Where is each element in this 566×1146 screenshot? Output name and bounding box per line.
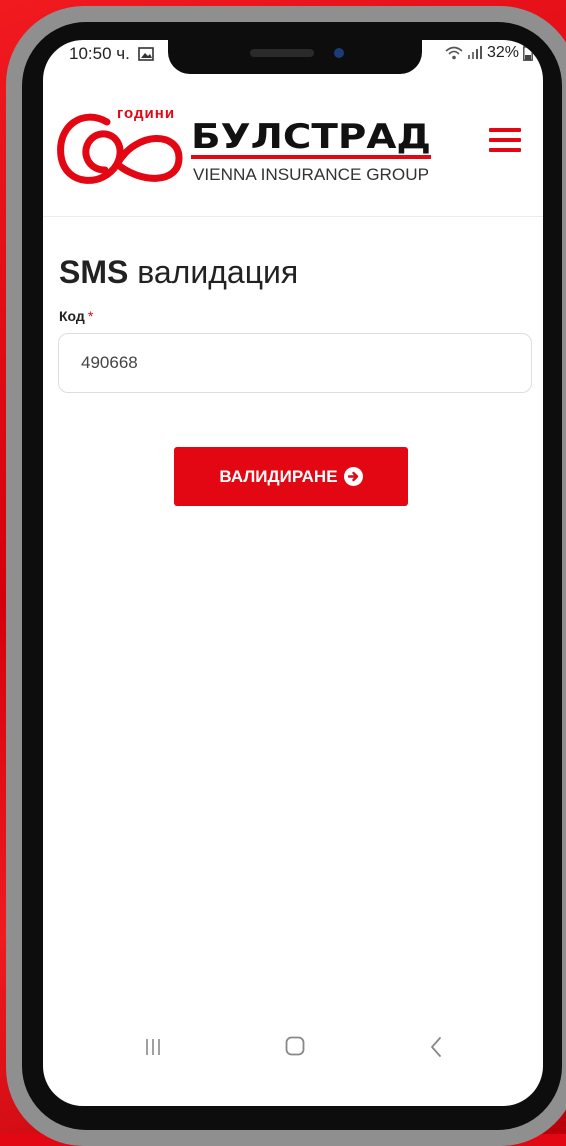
- site-header: години БУЛСТРАД VIENNA INSURANCE GROUP: [43, 92, 543, 217]
- validate-button[interactable]: ВАЛИДИРАНЕ: [174, 447, 408, 506]
- code-field-label: Код *: [59, 308, 93, 324]
- required-asterisk: *: [87, 308, 94, 324]
- hamburger-line: [489, 148, 521, 152]
- status-bar-right: 32%: [445, 44, 533, 62]
- hamburger-menu-icon[interactable]: [489, 128, 521, 152]
- hamburger-line: [489, 138, 521, 142]
- page-title: SMS валидация: [59, 254, 298, 291]
- page-title-bold: SMS: [59, 254, 129, 290]
- status-bar-left: 10:50 ч.: [69, 44, 154, 64]
- android-navigation-bar: [43, 1028, 543, 1068]
- hamburger-line: [489, 128, 521, 132]
- status-time: 10:50 ч.: [69, 44, 130, 63]
- wifi-icon: [445, 46, 463, 60]
- logo-subtitle: VIENNA INSURANCE GROUP: [193, 165, 429, 184]
- speaker-grille: [250, 49, 314, 57]
- battery-icon: [523, 45, 533, 61]
- page-title-rest: валидация: [128, 254, 299, 290]
- battery-percentage: 32%: [486, 44, 519, 61]
- logo-60-years: [57, 113, 183, 184]
- home-icon[interactable]: [285, 1036, 305, 1056]
- logo-years-word: години: [117, 105, 175, 122]
- gallery-notification-icon: [138, 47, 154, 61]
- logo-divider-line: [191, 155, 431, 159]
- validate-button-label: ВАЛИДИРАНЕ: [219, 466, 338, 486]
- sms-code-input[interactable]: [58, 333, 532, 393]
- code-label-text: Код: [59, 308, 85, 324]
- signal-icon: [467, 46, 482, 59]
- bulstrad-logo[interactable]: години БУЛСТРАД VIENNA INSURANCE GROUP: [55, 100, 435, 196]
- arrow-right-circle-icon: [343, 467, 363, 486]
- recents-icon[interactable]: [143, 1038, 163, 1056]
- app-screen: 10:50 ч. 32% години БУЛСТРАД VIENNA INSU…: [43, 40, 543, 1106]
- back-icon[interactable]: [429, 1036, 443, 1058]
- logo-brand-name: БУЛСТРАД: [191, 117, 431, 157]
- front-camera-icon: [334, 48, 344, 58]
- camera-notch: [168, 36, 422, 74]
